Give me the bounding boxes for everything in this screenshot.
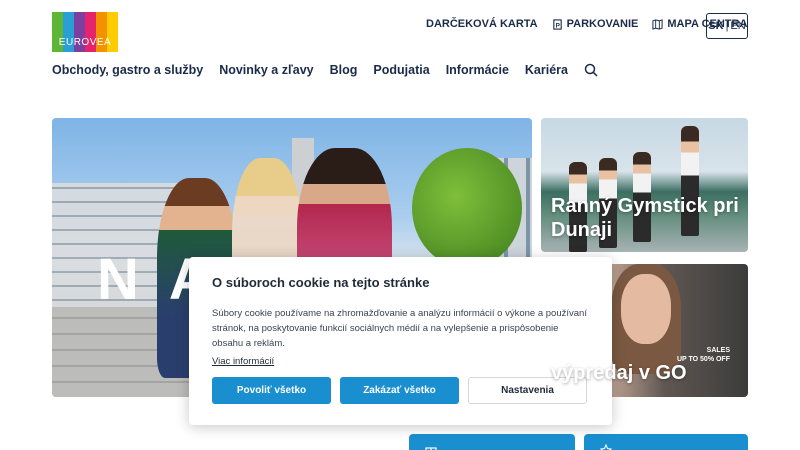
card-title: Ranný Gymstick pri Dunaji xyxy=(551,195,739,241)
language-en[interactable]: EN xyxy=(730,20,745,32)
quick-link-button[interactable] xyxy=(584,434,748,450)
top-links: DARČEKOVÁ KARTA P PARKOVANIE MAPA CENTRA xyxy=(426,18,747,30)
promo-line: SALES xyxy=(706,347,730,354)
parking-label: PARKOVANIE xyxy=(566,18,639,30)
language-sk[interactable]: SK xyxy=(708,20,723,32)
gift-icon xyxy=(425,447,437,450)
hero-tree xyxy=(412,148,522,268)
card-model-face xyxy=(621,274,671,344)
card-title: výpredaj v GO xyxy=(551,362,687,384)
map-icon xyxy=(652,18,663,30)
nav-item-events[interactable]: Podujatia xyxy=(373,63,429,77)
nav-item-info[interactable]: Informácie xyxy=(446,63,509,77)
cookie-more-info-link[interactable]: Viac informácií xyxy=(212,356,274,367)
promo-card-gymstick[interactable]: Ranný Gymstick pri Dunaji xyxy=(541,118,748,252)
parking-link[interactable]: P PARKOVANIE xyxy=(552,18,639,30)
gift-card-label: DARČEKOVÁ KARTA xyxy=(426,18,538,30)
cookie-body: Súbory cookie používame na zhromažďovani… xyxy=(212,308,587,349)
language-switcher[interactable]: SK | EN xyxy=(706,13,748,39)
language-separator: | xyxy=(725,20,729,32)
quick-link-button[interactable] xyxy=(409,434,575,450)
gift-card-link[interactable]: DARČEKOVÁ KARTA xyxy=(426,18,538,30)
nav-item-career[interactable]: Kariéra xyxy=(525,63,568,77)
allow-all-button[interactable]: Povoliť všetko xyxy=(212,377,331,404)
search-icon[interactable] xyxy=(584,63,598,77)
nav-item-blog[interactable]: Blog xyxy=(330,63,358,77)
cookie-buttons: Povoliť všetko Zakázať všetko Nastavenia xyxy=(212,377,587,404)
eurovea-logo[interactable]: EUROVEA xyxy=(52,12,118,52)
logo-text: EUROVEA xyxy=(58,37,112,48)
cookie-title: O súboroch cookie na tejto stránke xyxy=(212,275,430,290)
star-icon xyxy=(600,444,612,450)
nav-item-news[interactable]: Novinky a zľavy xyxy=(219,63,313,77)
svg-text:P: P xyxy=(555,22,560,29)
nav-item-shops[interactable]: Obchody, gastro a služby xyxy=(52,63,203,77)
parking-icon: P xyxy=(552,18,562,30)
cookie-banner: O súboroch cookie na tejto stránke Súbor… xyxy=(189,257,612,425)
deny-all-button[interactable]: Zakázať všetko xyxy=(340,377,459,404)
main-nav: Obchody, gastro a služby Novinky a zľavy… xyxy=(52,63,598,77)
